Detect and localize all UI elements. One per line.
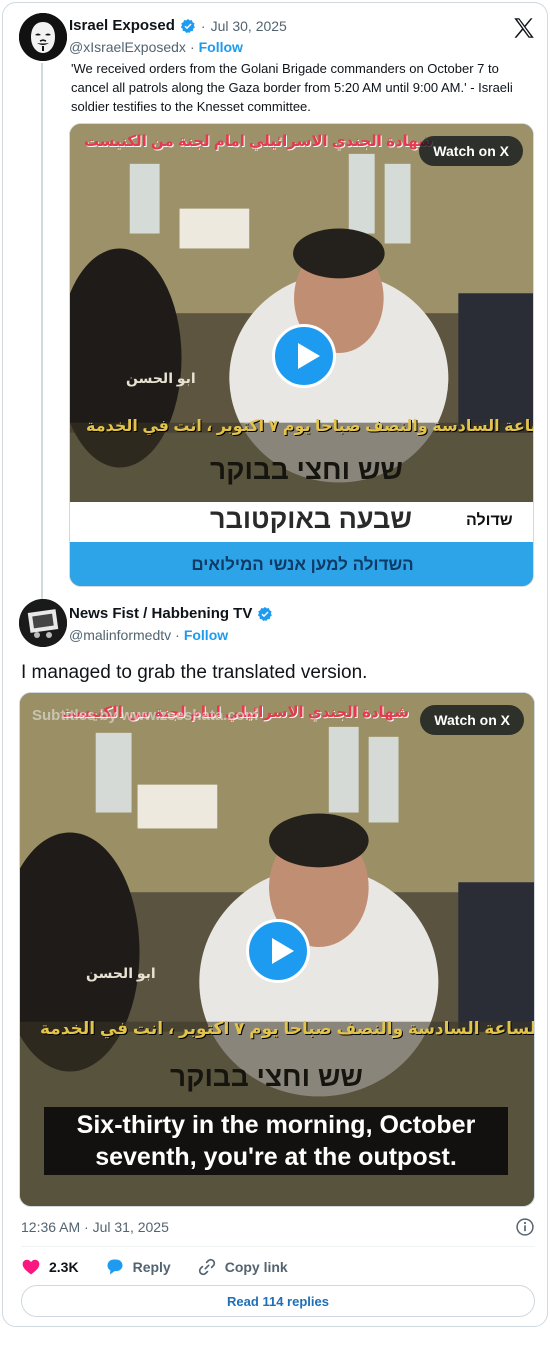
main-video-player[interactable]: شهادة الجندي الاسرائيلي امام لجنة من الك… [19,692,535,1207]
like-button[interactable]: 2.3K [21,1257,79,1277]
heart-icon [22,1259,40,1275]
reply-label: Reply [132,1259,171,1275]
quoted-post-text: 'We received orders from the Golani Brig… [71,61,513,114]
speaker-name-tag: ابو الحسن [86,965,156,981]
dot-separator: · [189,39,195,55]
quoted-author-row: Israel Exposed · Jul 30, 2025 [69,17,287,34]
hebrew-caption-line2: שבעה באוקטובר [210,504,412,534]
main-author-name[interactable]: News Fist / Habbening TV [69,605,252,622]
main-author-row: News Fist / Habbening TV [69,605,273,622]
hebrew-banner: השדולה למען אנשי המילואים [70,542,533,586]
subtitles-credit: Subtitles by www.zeeshata.com [32,707,259,724]
speaker-name-tag: ابو الحسن [126,370,196,386]
read-replies-button[interactable]: Read 114 replies [21,1285,535,1317]
avatar-news-fist[interactable] [19,599,67,647]
quoted-author-handle[interactable]: @xIsraelExposedx [69,39,186,55]
hebrew-side-label: שדולה [466,512,513,529]
reply-bubble-icon [107,1259,123,1275]
x-logo-icon[interactable] [511,15,537,41]
quoted-video-player[interactable]: شهادة الجندي الاسرائيلي امام لجنة من الك… [69,123,534,587]
verified-badge-icon [258,606,273,621]
watch-on-x-button[interactable]: Watch on X [420,705,524,735]
main-post-text: I managed to grab the translated version… [21,662,368,683]
dot-separator: · [200,17,206,34]
embedded-post-card: Israel Exposed · Jul 30, 2025 @xIsraelEx… [2,2,548,1327]
copy-link-button[interactable]: Copy link [197,1257,288,1277]
thread-connector-line [41,63,43,601]
copy-link-label: Copy link [224,1259,288,1275]
play-icon[interactable] [272,324,336,388]
quoted-handle-row: @xIsraelExposedx · Follow [69,39,243,55]
action-bar: 2.3K Reply Copy link [21,1257,314,1277]
hebrew-caption-line1: שש וחצי בבוקר [210,454,403,485]
verified-badge-icon [180,18,195,33]
avatar-israel-exposed[interactable] [19,13,67,61]
quoted-author-name[interactable]: Israel Exposed [69,17,175,34]
follow-button-israel-exposed[interactable]: Follow [199,39,243,55]
english-subtitle: Six-thirty in the morning, October seven… [44,1107,508,1175]
main-handle-row: @malinformedtv · Follow [69,627,228,643]
hebrew-caption-line1: שש וחצי בבוקר [170,1061,363,1092]
like-count: 2.3K [49,1259,79,1275]
video-title-overlay: شهادة الجندي الاسرائيلي امام لجنة من الك… [84,133,433,150]
play-icon[interactable] [246,919,310,983]
link-icon [198,1258,215,1276]
quoted-post-date[interactable]: Jul 30, 2025 [211,18,287,34]
main-author-handle[interactable]: @malinformedtv [69,627,171,643]
reply-button[interactable]: Reply [105,1257,171,1277]
dot-separator: · [175,627,180,643]
info-icon[interactable] [515,1217,535,1237]
watch-on-x-button[interactable]: Watch on X [419,136,523,166]
follow-button-news-fist[interactable]: Follow [184,627,228,643]
arabic-subtitle: الساعة السادسة والنصف صباحا يوم ٧ اكتوبر… [40,1019,535,1038]
arabic-subtitle: الساعة السادسة والنصف صباحا يوم ٧ اكتوبر… [86,418,534,435]
post-timestamp[interactable]: 12:36 AM · Jul 31, 2025 [21,1219,169,1235]
footer-divider [21,1246,535,1247]
